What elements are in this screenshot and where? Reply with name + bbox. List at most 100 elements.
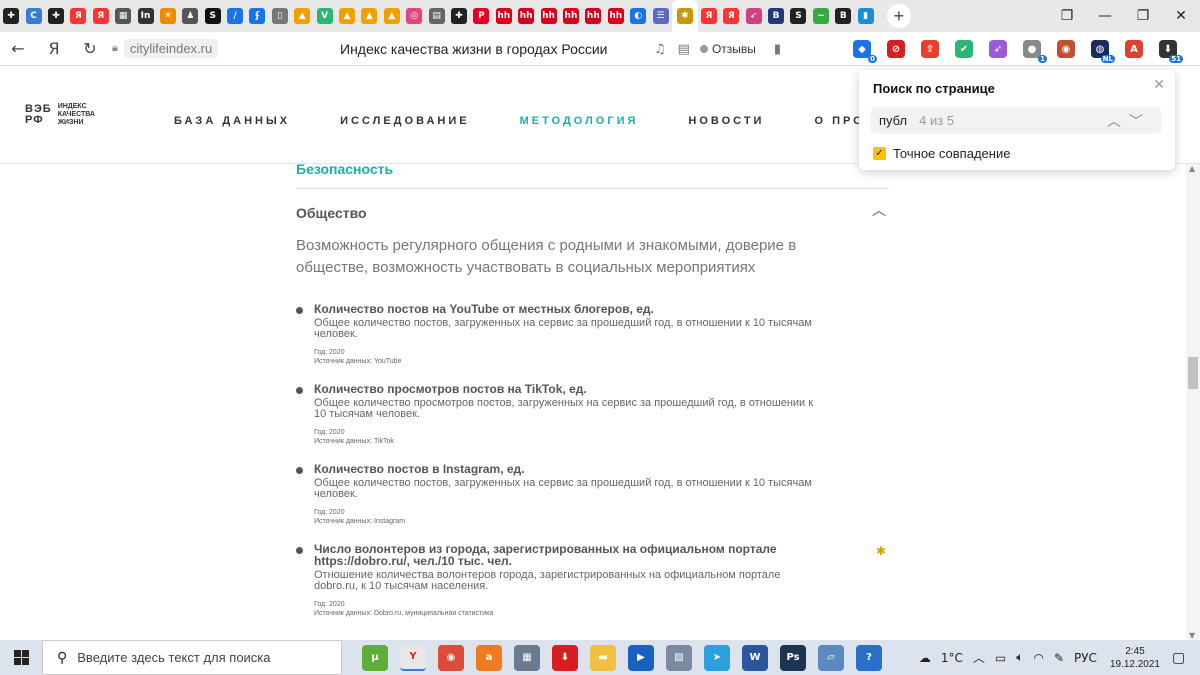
tab-mountain-4[interactable]: ▲	[381, 0, 403, 32]
ext-notify-icon[interactable]: ◆ 0	[853, 40, 877, 63]
ext-chat-icon[interactable]: ● 1	[1023, 40, 1047, 63]
battery-icon[interactable]: ▭	[995, 651, 1006, 665]
ext-globe-icon[interactable]: ◉	[1057, 40, 1075, 58]
tab-hh[interactable]: hh	[493, 0, 515, 32]
ext-pdf-icon[interactable]: A	[1125, 40, 1143, 58]
weather-icon[interactable]: ☁	[919, 651, 931, 665]
tab-hse[interactable]: В	[765, 0, 787, 32]
menu-item[interactable]: ИССЛЕДОВАНИЕ	[340, 115, 470, 127]
reload-icon[interactable]: ↻	[72, 39, 108, 58]
scroll-down-icon[interactable]: ▼	[1189, 631, 1195, 640]
headphones-icon[interactable]: ♫	[654, 42, 666, 57]
ext-ban-icon[interactable]: ⊘	[887, 40, 905, 58]
section-title[interactable]: Общество	[296, 205, 367, 221]
tab-yandex[interactable]: Я	[67, 0, 89, 32]
taskbar-yandex-browser-icon[interactable]: Y	[400, 644, 426, 671]
tab-mountain[interactable]: ▲	[291, 0, 313, 32]
checkbox-check-icon[interactable]: ✓	[873, 147, 886, 160]
taskbar-chrome-icon[interactable]: ◉	[438, 644, 464, 671]
taskbar-avast-icon[interactable]: a	[476, 644, 502, 671]
tab-yandex-2[interactable]: Я	[90, 0, 112, 32]
tab-yandex-4[interactable]: Я	[720, 0, 742, 32]
temperature[interactable]: 1°C	[941, 651, 963, 665]
tab-pinterest[interactable]: P	[470, 0, 492, 32]
tab-wave[interactable]: ◐	[627, 0, 649, 32]
tab-in[interactable]: In	[134, 0, 156, 32]
tab-person[interactable]: ♟	[179, 0, 201, 32]
ext-shield-icon[interactable]: ✔	[955, 40, 973, 58]
tab-feather[interactable]: ➶	[743, 0, 765, 32]
ext-nl-icon[interactable]: ◍ NL	[1091, 40, 1115, 63]
bookmark-icon[interactable]: ▮	[774, 42, 781, 57]
tab-plus-circle-3[interactable]: ✚	[448, 0, 470, 32]
section-bezopasnost[interactable]: Безопасность	[296, 161, 393, 177]
tab-v[interactable]: V	[313, 0, 335, 32]
close-icon[interactable]: ✕	[1153, 76, 1165, 93]
tab-list[interactable]: ☰	[649, 0, 671, 32]
tab-yandex-3[interactable]: Я	[698, 0, 720, 32]
tab-hh-3[interactable]: hh	[537, 0, 559, 32]
page-scrollbar[interactable]: ▲ ▼	[1186, 164, 1200, 640]
language-indicator[interactable]: РУС	[1074, 651, 1097, 665]
site-logo[interactable]: ВЭБ РФ ИНДЕКС КАЧЕСТВА ЖИЗНИ	[25, 103, 95, 127]
new-tab-button[interactable]: +	[886, 4, 911, 28]
pen-icon[interactable]: ✎	[1054, 651, 1064, 665]
tab-page[interactable]: ▤	[425, 0, 447, 32]
menu-item[interactable]: МЕТОДОЛОГИЯ	[520, 115, 639, 127]
restore-button[interactable]: ❐	[1124, 8, 1162, 24]
taskbar-photoshop-icon[interactable]: Ps	[780, 644, 806, 671]
scroll-up-icon[interactable]: ▲	[1189, 164, 1195, 173]
tab-mountain-3[interactable]: ▲	[358, 0, 380, 32]
tab-slash[interactable]: /	[224, 0, 246, 32]
start-button[interactable]	[0, 640, 42, 675]
taskbar-calculator-icon[interactable]: ▦	[514, 644, 540, 671]
tab-hh-5[interactable]: hh	[582, 0, 604, 32]
tab-plus-circle-2[interactable]: ✚	[45, 0, 67, 32]
taskbar-search[interactable]: ⚲ Введите здесь текст для поиска	[42, 640, 342, 675]
tab-doc[interactable]: ▯	[269, 0, 291, 32]
tab-hh-2[interactable]: hh	[515, 0, 537, 32]
tab-s-2[interactable]: S	[787, 0, 809, 32]
notifications-icon[interactable]: ▢	[1172, 650, 1192, 666]
close-window-button[interactable]: ✕	[1162, 8, 1200, 24]
ext-download-icon[interactable]: ⬇ 51	[1159, 40, 1183, 63]
url-domain[interactable]: citylifeindex.ru	[123, 39, 219, 58]
menu-item[interactable]: НОВОСТИ	[688, 115, 764, 127]
chevron-up-icon[interactable]: ︿	[872, 200, 886, 220]
tab-hh-4[interactable]: hh	[560, 0, 582, 32]
taskbar-help-icon[interactable]: ?	[856, 644, 882, 671]
tab-book[interactable]: ▮	[854, 0, 876, 32]
bookmarks-icon[interactable]: ❐	[1048, 8, 1086, 24]
yandex-home-icon[interactable]: Я	[36, 39, 72, 58]
tab-flower-active[interactable]: ✱	[671, 0, 698, 32]
ext-upload-icon[interactable]: ⇧	[921, 40, 939, 58]
reader-icon[interactable]: ▤	[678, 42, 690, 57]
tab-sun[interactable]: ☀	[157, 0, 179, 32]
tab-f[interactable]: ʄ	[246, 0, 268, 32]
reviews-button[interactable]: Отзывы	[699, 42, 756, 56]
tab-hh-6[interactable]: hh	[605, 0, 627, 32]
volume-icon[interactable]: 🔈︎	[1016, 650, 1023, 665]
taskbar-image-icon[interactable]: ▨	[666, 644, 692, 671]
minimize-button[interactable]: —	[1086, 8, 1124, 24]
taskbar-download-icon[interactable]: ⬇	[552, 644, 578, 671]
menu-item[interactable]: БАЗА ДАННЫХ	[174, 115, 290, 127]
taskbar-files-icon[interactable]: ▱	[818, 644, 844, 671]
tab-grid[interactable]: ▦	[112, 0, 134, 32]
wifi-icon[interactable]: ◠	[1033, 651, 1043, 665]
tab-b[interactable]: B	[832, 0, 854, 32]
tab-swirl[interactable]: ◎	[403, 0, 425, 32]
taskbar-utorrent-icon[interactable]: μ	[362, 644, 388, 671]
back-button[interactable]: ←	[0, 39, 36, 58]
address-bar[interactable]: 🔒︎ citylifeindex.ru	[112, 39, 219, 58]
clock[interactable]: 2:45 19.12.2021	[1110, 645, 1160, 671]
tab-green[interactable]: ~	[810, 0, 832, 32]
tray-chevron-icon[interactable]: ︿	[973, 649, 985, 666]
tab-mountain-2[interactable]: ▲	[336, 0, 358, 32]
tab-s[interactable]: S	[202, 0, 224, 32]
ext-feather-icon[interactable]: ➶	[989, 40, 1007, 58]
exact-match-checkbox[interactable]: ✓ Точное совпадение	[873, 146, 1010, 161]
taskbar-telegram-icon[interactable]: ➤	[704, 644, 730, 671]
tab-plus-circle[interactable]: ✚	[0, 0, 22, 32]
taskbar-folder-icon[interactable]: ▬	[590, 644, 616, 671]
